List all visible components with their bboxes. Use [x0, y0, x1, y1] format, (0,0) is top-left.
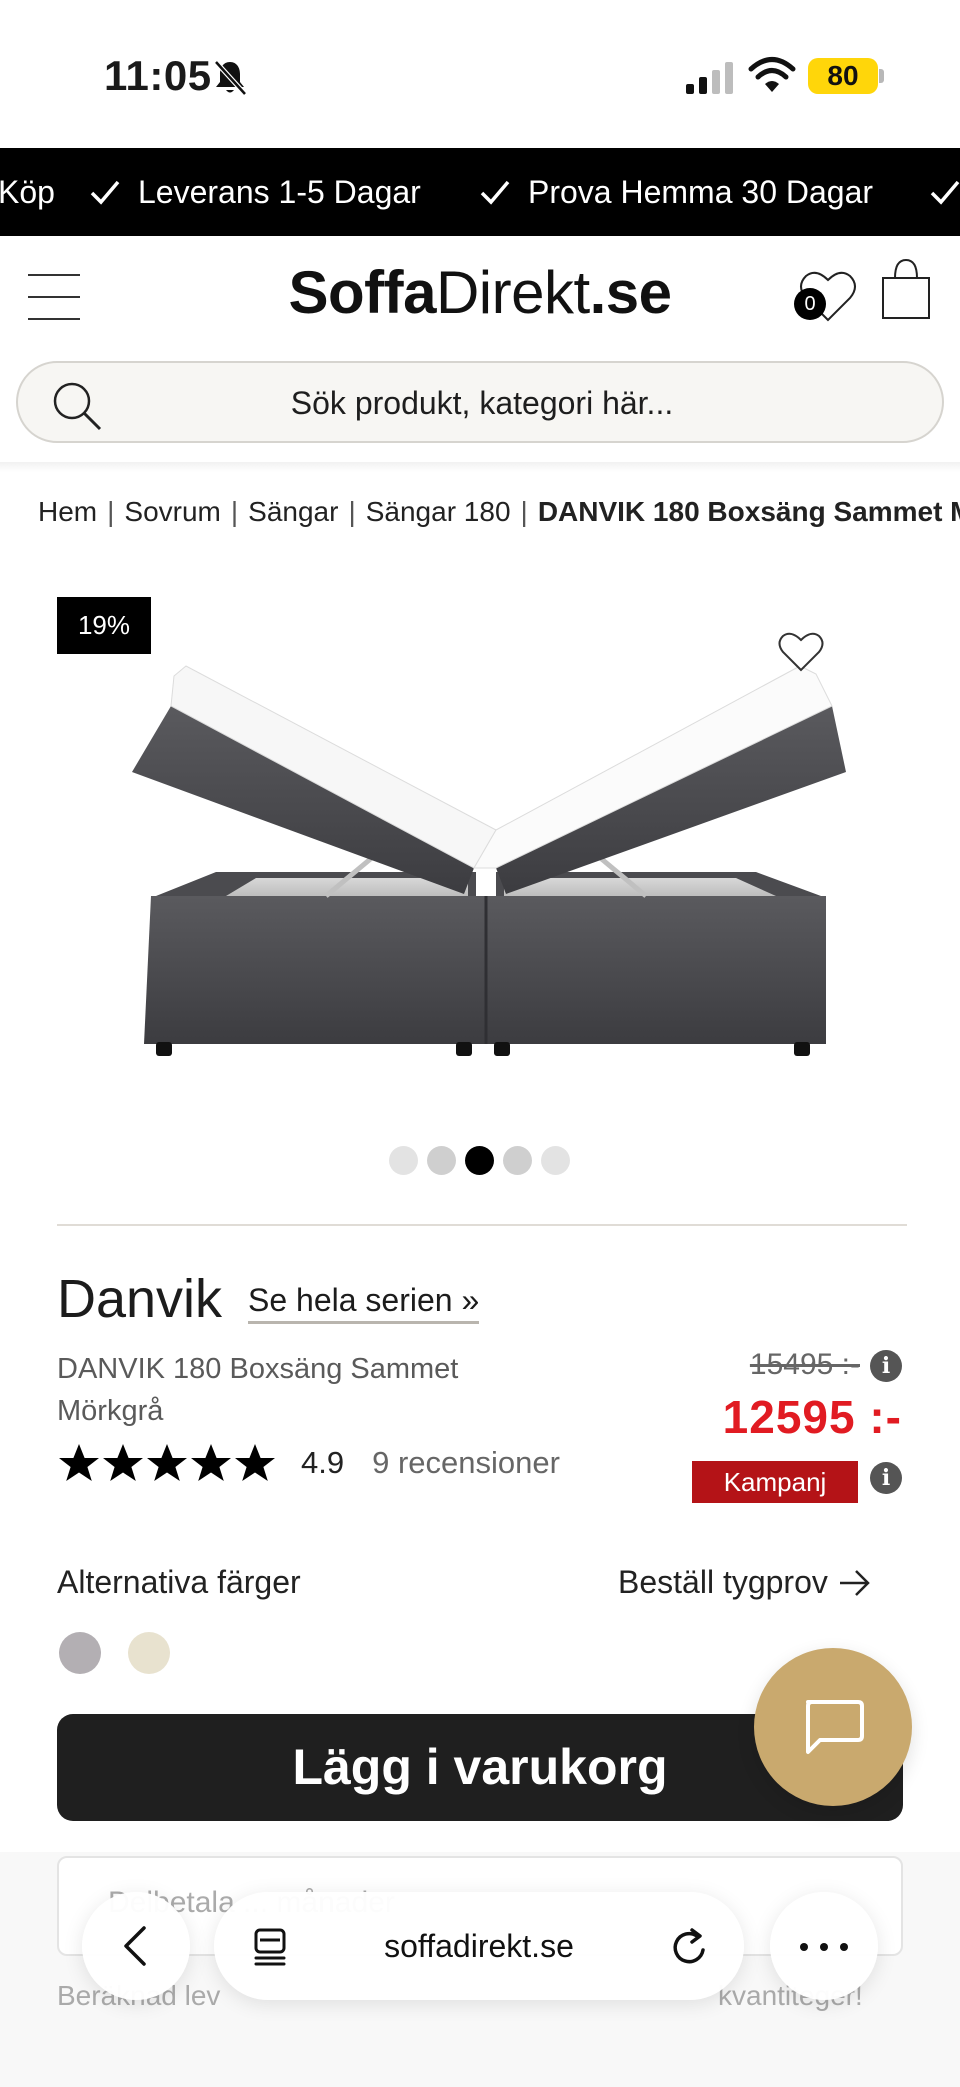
- browser-address-bar[interactable]: soffadirekt.se: [214, 1892, 744, 2000]
- carousel-dot-active[interactable]: [465, 1146, 494, 1175]
- chevron-left-icon: [124, 1926, 146, 1966]
- star-icon: [191, 1444, 231, 1481]
- browser-more-button[interactable]: [770, 1892, 878, 2000]
- usp-item: Köp: [0, 148, 55, 236]
- usp-label: Leverans 1-5 Dagar: [138, 174, 421, 210]
- series-link[interactable]: Se hela serien »: [248, 1282, 480, 1324]
- reviews-link[interactable]: 9 recensioner: [372, 1445, 560, 1481]
- chat-button[interactable]: [754, 1648, 912, 1806]
- color-swatch-grey[interactable]: [59, 1632, 101, 1674]
- bell-slash-icon: [214, 60, 247, 96]
- breadcrumb-item-sovrum[interactable]: Sovrum: [124, 496, 220, 528]
- alt-colors-label: Alternativa färger: [57, 1564, 301, 1600]
- star-rating: [57, 1441, 277, 1485]
- status-bar: 11:05 80: [0, 0, 960, 148]
- wishlist-count-badge: 0: [794, 288, 826, 320]
- wifi-icon: [748, 57, 796, 92]
- breadcrumb-item-home[interactable]: Hem: [38, 496, 97, 528]
- more-dots-icon: [840, 1943, 848, 1951]
- status-time: 11:05: [104, 52, 212, 99]
- browser-back-button[interactable]: [82, 1892, 190, 2000]
- old-price: 15495 :-: [749, 1348, 860, 1381]
- site-header: SoffaDirekt.se 0: [0, 236, 960, 356]
- usp-bar: Köp Leverans 1-5 Dagar Prova Hemma 30 Da…: [0, 148, 960, 236]
- breadcrumb: Hem | Sovrum | Sängar | Sängar 180 | DANVIK 180 …: [38, 496, 960, 536]
- carousel-dot[interactable]: [541, 1146, 570, 1175]
- discount-badge: 19%: [57, 597, 151, 654]
- color-swatch-beige[interactable]: [128, 1632, 170, 1674]
- check-icon: [930, 180, 960, 205]
- current-price: 12595 :-: [722, 1391, 902, 1443]
- star-icon: [103, 1444, 143, 1481]
- address-url: soffadirekt.se: [384, 1928, 574, 1964]
- more-dots-icon: [800, 1943, 808, 1951]
- battery-level: 80: [808, 58, 878, 94]
- check-icon: [90, 180, 120, 205]
- star-icon: [147, 1444, 187, 1481]
- usp-item: Leverans 1-5 Dagar: [88, 148, 421, 236]
- carousel-dot[interactable]: [427, 1146, 456, 1175]
- breadcrumb-separator: |: [107, 496, 115, 527]
- more-dots-icon: [820, 1943, 828, 1951]
- usp-label: Prova Hemma 30 Dagar: [528, 174, 874, 210]
- divider: [57, 1224, 907, 1226]
- fabric-sample-label: Beställ tygprov: [618, 1564, 828, 1600]
- product-name: DANVIK 180 Boxsäng Sammet Mörkgrå: [57, 1353, 459, 1427]
- reload-icon[interactable]: [670, 1926, 710, 1968]
- breadcrumb-item-sangar-180[interactable]: Sängar 180: [366, 496, 511, 528]
- fabric-sample-link[interactable]: Beställ tygprov: [618, 1564, 872, 1601]
- carousel-dot[interactable]: [503, 1146, 532, 1175]
- carousel-dots: [386, 1144, 576, 1176]
- campaign-badge: Kampanj: [692, 1461, 858, 1503]
- info-icon[interactable]: i: [870, 1350, 902, 1382]
- battery-nub: [879, 69, 884, 83]
- usp-label: Köp: [0, 174, 55, 210]
- breadcrumb-current: DANVIK 180 Boxsäng Sammet Mörkgrå: [537, 496, 960, 527]
- search-input[interactable]: Sök produkt, kategori här...: [16, 361, 944, 443]
- info-icon[interactable]: i: [870, 1462, 902, 1494]
- search-placeholder: Sök produkt, kategori här...: [290, 385, 674, 421]
- product-brand: Danvik: [57, 1269, 223, 1329]
- header-shadow: [0, 462, 960, 472]
- rating-value: 4.9: [301, 1445, 345, 1480]
- chat-bubble-icon: [806, 1700, 864, 1754]
- check-icon: [480, 180, 510, 205]
- shopping-bag-icon[interactable]: [880, 256, 932, 322]
- rating[interactable]: 4.9 9 recensioner: [57, 1438, 560, 1488]
- carousel-dot[interactable]: [389, 1146, 418, 1175]
- arrow-right-icon: [839, 1569, 870, 1596]
- star-icon: [59, 1444, 99, 1481]
- breadcrumb-item-sangar[interactable]: Sängar: [248, 496, 338, 528]
- breadcrumb-separator: |: [520, 496, 528, 527]
- favorite-heart-icon[interactable]: [776, 628, 826, 674]
- star-icon: [235, 1444, 275, 1481]
- cellular-signal-icon: [686, 62, 733, 94]
- usp-item: [928, 148, 960, 236]
- breadcrumb-separator: |: [348, 496, 356, 527]
- usp-item: Prova Hemma 30 Dagar: [478, 148, 873, 236]
- breadcrumb-separator: |: [230, 496, 239, 527]
